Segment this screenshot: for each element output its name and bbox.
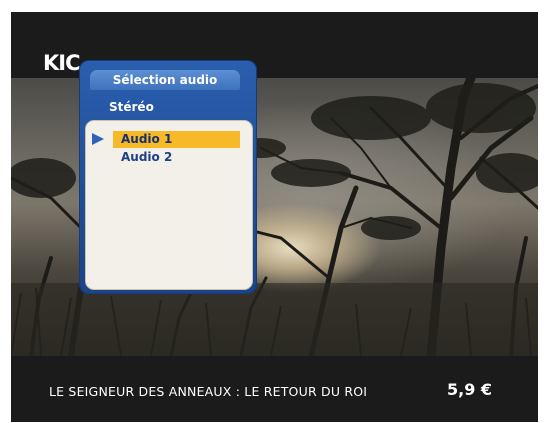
- audio-option-1[interactable]: Audio 1: [113, 131, 240, 148]
- audio-track-list: Audio 1 Audio 2: [85, 120, 253, 290]
- audio-selection-panel: Sélection audio Stéréo Audio 1 Audio 2: [79, 60, 257, 294]
- program-price: 5,9 €: [447, 380, 493, 399]
- audio-mode-label: Stéréo: [109, 100, 154, 114]
- channel-logo: KIC: [43, 51, 80, 75]
- program-info-bar: LE SEIGNEUR DES ANNEAUX : LE RETOUR DU R…: [11, 356, 538, 422]
- tv-screen: KIC Sélection audio Stéréo Audio 1 Audio…: [11, 12, 538, 422]
- panel-title: Sélection audio: [90, 70, 240, 90]
- selection-arrow-icon: [92, 133, 104, 145]
- audio-option-2[interactable]: Audio 2: [113, 149, 240, 166]
- program-title: LE SEIGNEUR DES ANNEAUX : LE RETOUR DU R…: [49, 384, 368, 399]
